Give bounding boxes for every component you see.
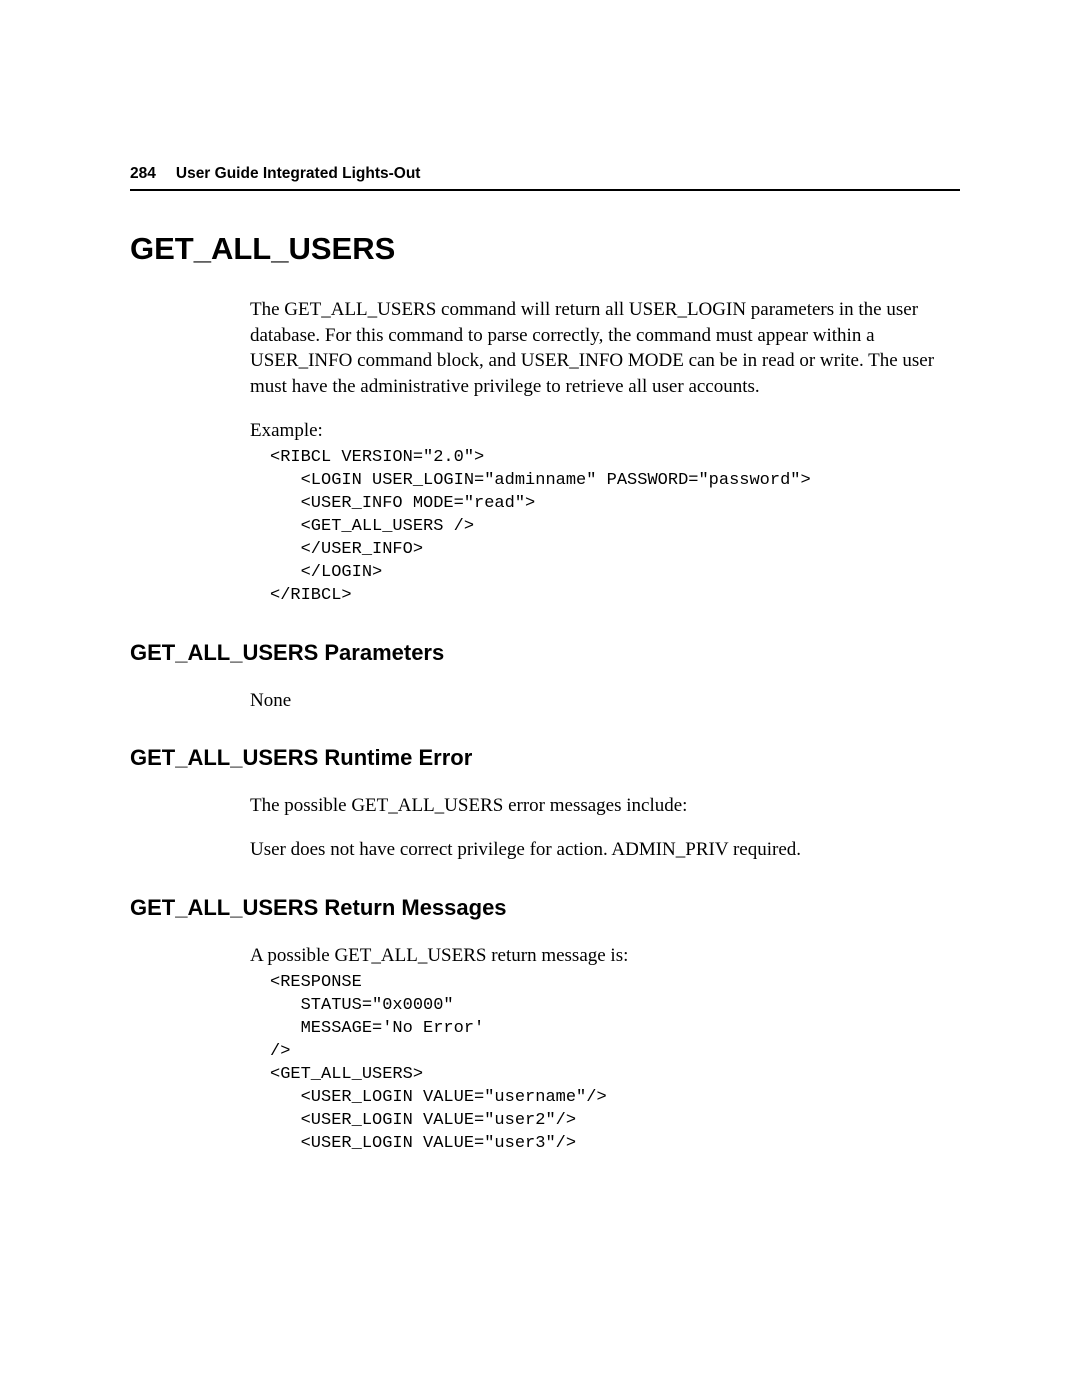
intro-paragraph: The GET_ALL_USERS command will return al… bbox=[250, 297, 960, 400]
subsection-runtime-title: GET_ALL_USERS Runtime Error bbox=[130, 745, 960, 771]
runtime-text-1: The possible GET_ALL_USERS error message… bbox=[250, 793, 960, 819]
runtime-text-2: User does not have correct privilege for… bbox=[250, 837, 960, 863]
subsection-return-title: GET_ALL_USERS Return Messages bbox=[130, 895, 960, 921]
parameters-text: None bbox=[250, 688, 960, 714]
example-code-block: <RIBCL VERSION="2.0"> <LOGIN USER_LOGIN=… bbox=[270, 447, 960, 608]
doc-title: User Guide Integrated Lights-Out bbox=[176, 165, 421, 183]
section-title: GET_ALL_USERS bbox=[130, 231, 960, 267]
page-header: 284 User Guide Integrated Lights-Out bbox=[130, 165, 960, 191]
subsection-parameters-title: GET_ALL_USERS Parameters bbox=[130, 640, 960, 666]
return-text: A possible GET_ALL_USERS return message … bbox=[250, 943, 960, 969]
page-number: 284 bbox=[130, 165, 156, 183]
example-label: Example: bbox=[250, 418, 960, 444]
return-code-block: <RESPONSE STATUS="0x0000" MESSAGE='No Er… bbox=[270, 972, 960, 1156]
